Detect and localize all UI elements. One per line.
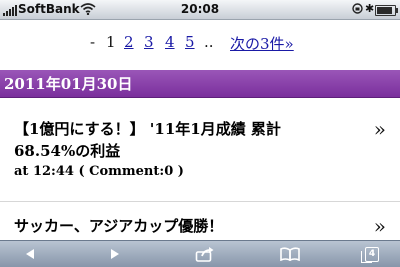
tabs-button[interactable]: 4 [352, 241, 392, 267]
divider [0, 201, 400, 202]
status-bar: SoftBank 20:08 ✱ [0, 0, 400, 20]
browser-toolbar: 4 [0, 240, 400, 267]
bookmarks-button[interactable] [270, 241, 310, 267]
post-title: 【1億円にする！】 '11年1月成績 累計 68.54%の利益 [14, 120, 281, 160]
clock: 20:08 [180, 2, 220, 16]
battery-icon [375, 5, 398, 16]
share-button[interactable] [185, 241, 225, 267]
pager-link-5[interactable]: 5 [185, 33, 195, 51]
rotation-lock-icon [352, 3, 363, 17]
post-title: サッカー、アジアカップ優勝！ [14, 217, 224, 235]
pager-link-4[interactable]: 4 [165, 33, 175, 51]
chevron-right-icon: » [373, 214, 386, 238]
bookmarks-icon [280, 247, 300, 261]
forward-button[interactable] [95, 241, 135, 267]
share-icon [195, 247, 214, 262]
pager-link-3[interactable]: 3 [144, 33, 154, 51]
back-arrow-icon [26, 249, 34, 259]
chevron-right-icon: » [373, 117, 386, 141]
pager-link-2[interactable]: 2 [124, 33, 134, 51]
pages-icon: 4 [361, 246, 379, 263]
battery-fill [377, 7, 392, 14]
forward-arrow-icon [111, 249, 119, 259]
bluetooth-icon: ✱ [365, 2, 375, 15]
post-meta: at 12:44 ( Comment:0 ) [14, 164, 184, 179]
pager-dash: - [90, 33, 96, 51]
next-page-link[interactable]: 次の3件» [230, 33, 294, 54]
date-header: 2011年01月30日 [0, 70, 400, 98]
pager-ellipsis: .. [204, 33, 214, 51]
pager-current-page: 1 [106, 33, 116, 51]
pagination: - 1 2 3 4 5 .. 次の3件» [0, 33, 400, 55]
post-list-item[interactable]: サッカー、アジアカップ優勝！ » [0, 215, 400, 237]
back-button[interactable] [10, 241, 50, 267]
post-list-item[interactable]: 【1億円にする！】 '11年1月成績 累計 68.54%の利益 at 12:44… [0, 118, 400, 182]
